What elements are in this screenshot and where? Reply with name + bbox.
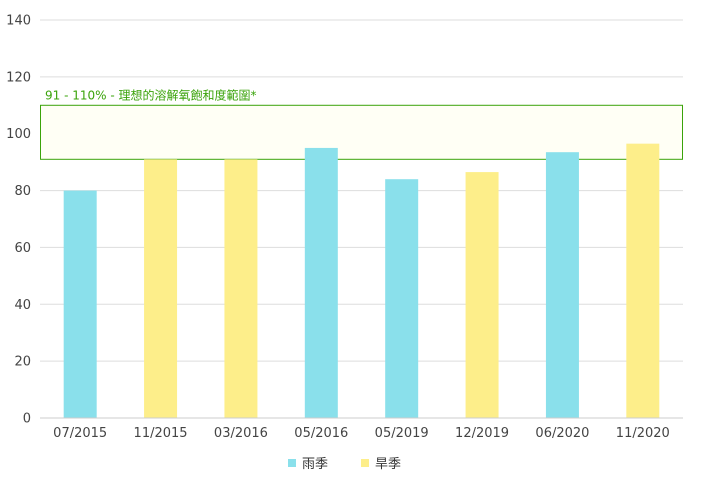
y-tick-label: 100 — [6, 127, 31, 142]
y-tick-label: 120 — [6, 70, 31, 85]
chart: 91 - 110% - 理想的溶解氧飽和度範圍* 0 20 40 60 80 100 120… — [6, 14, 683, 472]
bar-03-2016[interactable] — [224, 159, 258, 419]
bar-06-2020[interactable] — [545, 152, 579, 418]
bar-05-2016[interactable] — [304, 147, 338, 418]
ideal-range-label: 91 - 110% - 理想的溶解氧飽和度範圍* — [45, 87, 257, 102]
bar-12-2019[interactable] — [465, 172, 499, 418]
y-tick-label: 0 — [23, 412, 31, 427]
x-tick-label: 03/2016 — [214, 426, 268, 441]
bar-05-2019[interactable] — [385, 179, 419, 418]
x-tick-label: 11/2020 — [616, 426, 670, 441]
y-axis-ticks: 0 20 40 60 80 100 120 140 — [6, 14, 31, 427]
x-tick-label: 12/2019 — [455, 426, 509, 441]
legend[interactable]: 雨季 旱季 — [288, 457, 401, 472]
x-axis-ticks: 07/2015 11/2015 03/2016 05/2016 05/2019 12/20… — [53, 426, 670, 441]
legend-item-0[interactable]: 雨季 — [288, 457, 328, 472]
legend-label: 雨季 — [302, 457, 328, 472]
legend-swatch — [288, 459, 296, 467]
bar-11-2015[interactable] — [144, 159, 178, 419]
legend-swatch — [361, 459, 369, 467]
y-tick-label: 140 — [6, 14, 31, 29]
x-tick-label: 11/2015 — [134, 426, 188, 441]
y-tick-label: 60 — [14, 241, 31, 256]
x-tick-label: 05/2016 — [294, 426, 348, 441]
ideal-range-band: 91 - 110% - 理想的溶解氧飽和度範圍* — [40, 87, 683, 160]
bar-11-2020[interactable] — [626, 143, 660, 418]
legend-label: 旱季 — [375, 457, 401, 472]
y-tick-label: 20 — [14, 355, 31, 370]
y-tick-label: 40 — [14, 298, 31, 313]
x-tick-label: 07/2015 — [53, 426, 107, 441]
bar-07-2015[interactable] — [63, 190, 97, 418]
grid-lines — [40, 19, 683, 362]
bars — [63, 143, 660, 419]
x-tick-label: 06/2020 — [535, 426, 589, 441]
y-tick-label: 80 — [14, 184, 31, 199]
x-tick-label: 05/2019 — [375, 426, 429, 441]
legend-item-1[interactable]: 旱季 — [361, 457, 401, 472]
ideal-range-rect — [40, 104, 683, 160]
